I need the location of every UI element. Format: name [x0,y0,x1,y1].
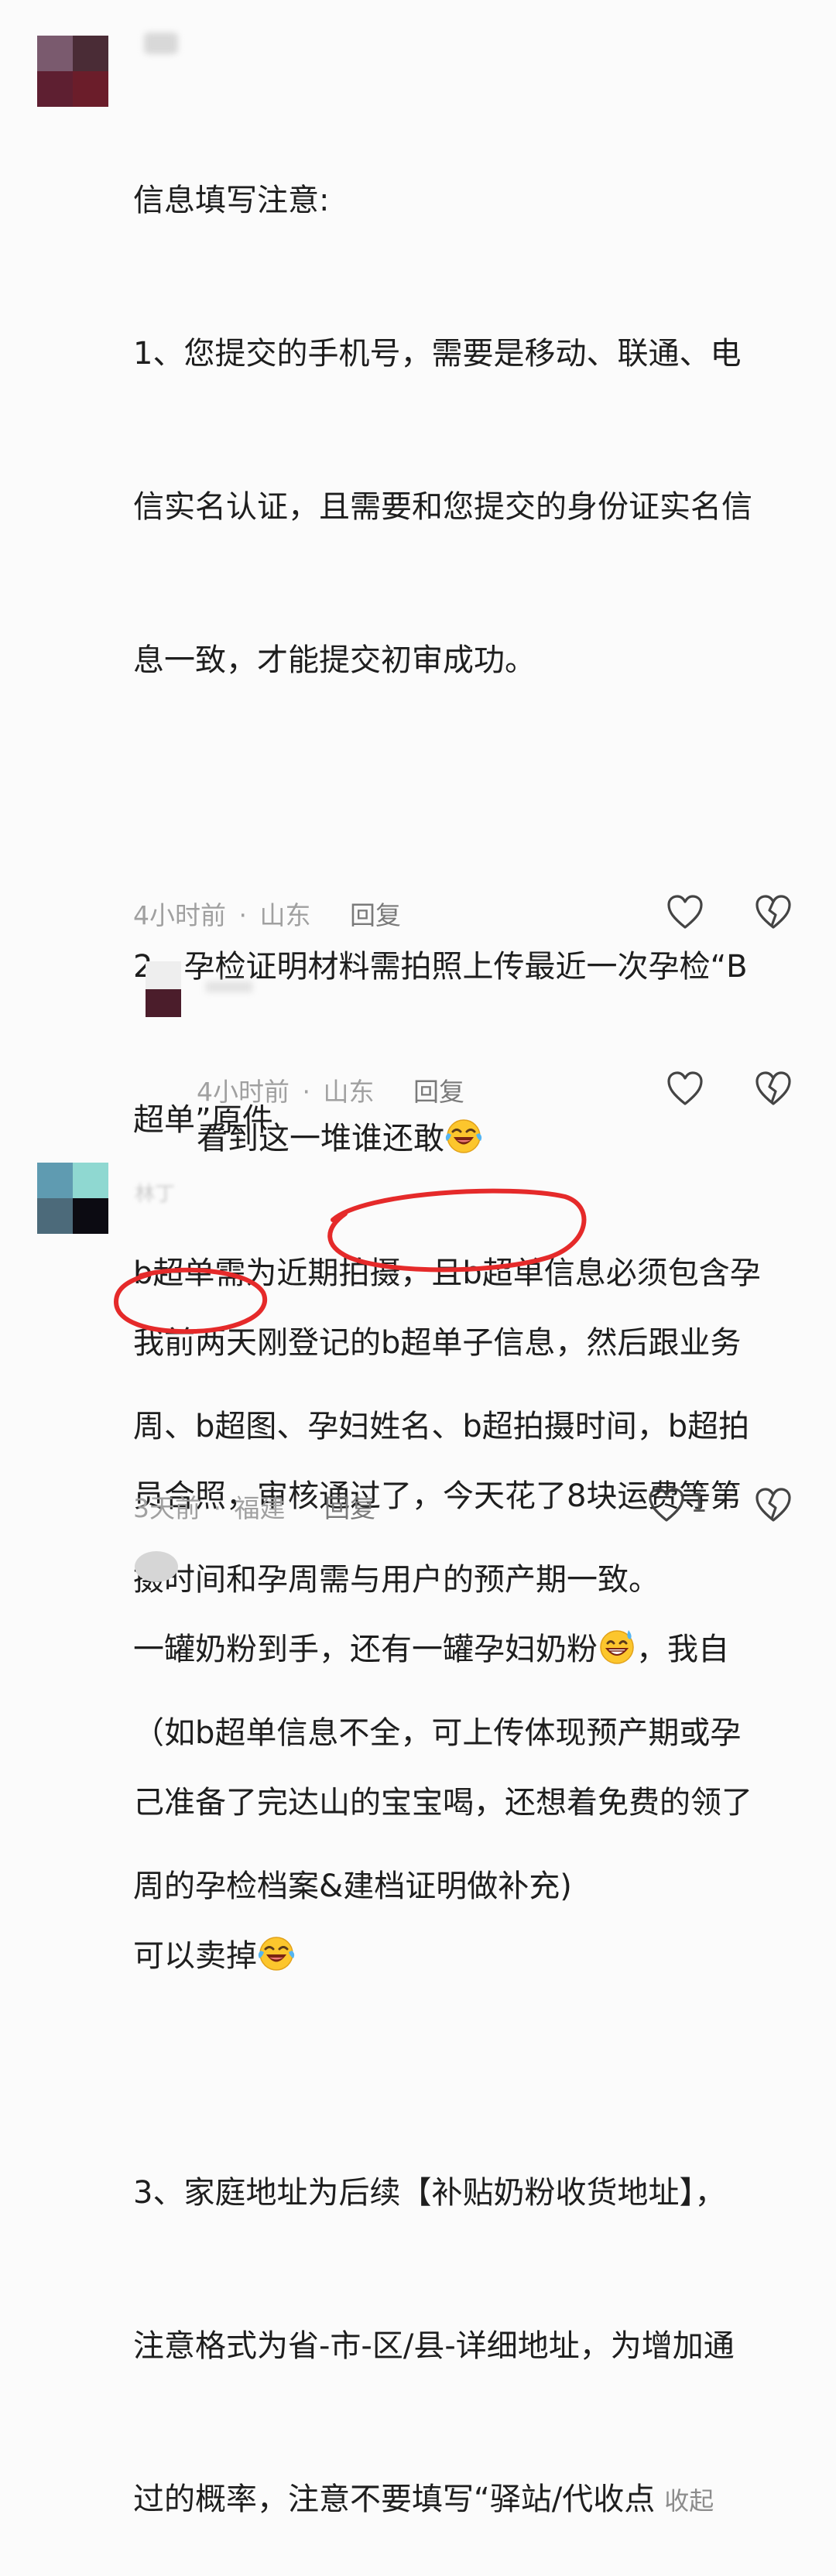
time-label: 3天前 [133,1493,200,1523]
username-blur [206,981,252,992]
reply-button[interactable]: 回复 [413,1077,464,1107]
heart-icon[interactable] [666,893,704,930]
region-label: 山东 [323,1077,375,1107]
avatar-partial[interactable] [135,1551,178,1582]
comment-meta: 4小时前 · 山东 回复 [197,1071,464,1108]
comment-line [133,788,814,839]
separator: · [302,1077,311,1107]
comment-line: 看到这一堆谁还敢 [197,1113,483,1164]
comment-line-text: 过的概率，注意不要填写“驿站/代收点 [133,2482,656,2517]
region-label: 福建 [234,1493,286,1523]
avatar[interactable] [146,961,181,1017]
username-blur [144,33,178,54]
comment-line-last: 过的概率，注意不要填写“驿站/代收点 收起 [133,2474,814,2525]
reply-button[interactable]: 回复 [350,900,401,930]
comment-line: 可以卖掉 [133,1930,814,1982]
highlight-oval [327,1188,587,1273]
grinning-sweat-emoji-icon [600,1630,634,1664]
heart-icon[interactable] [666,1070,704,1107]
region-label: 山东 [259,900,311,930]
comment-line: 注意格式为省-市-区/县-详细地址，为增加通 [133,2328,735,2364]
separator: · [238,900,248,930]
comment-line: 信息填写注意: [133,183,330,218]
comment-line: 信实名认证，且需要和您提交的身份证实名信 [133,489,752,525]
comment-line-text: 一罐奶粉到手，还有一罐孕妇奶粉 [133,1632,598,1667]
time-label: 4小时前 [133,900,226,930]
highlight-oval [113,1267,267,1334]
broken-heart-icon[interactable] [754,1486,793,1523]
like-count: 1 [690,1488,708,1519]
avatar[interactable] [37,1163,108,1234]
laughing-crying-emoji-icon [445,1119,482,1153]
time-label: 4小时前 [197,1077,290,1107]
comment-line: 3、家庭地址为后续【补贴奶粉收货地址】， [133,2175,726,2211]
reply-button[interactable]: 回复 [324,1493,375,1523]
comment-line: 己准备了完达山的宝宝喝，还想着免费的领了 [133,1785,752,1821]
comment-line: 息一致，才能提交初审成功。 [133,642,536,678]
broken-heart-icon[interactable] [754,893,793,930]
laughing-crying-emoji-icon [258,1937,295,1971]
separator: · [213,1493,222,1523]
comment-line: 1、您提交的手机号，需要是移动、联通、电 [133,336,742,372]
comment-meta: 3天前 · 福建 回复 [133,1488,375,1525]
broken-heart-icon[interactable] [754,1070,793,1107]
comment-line: 一罐奶粉到手，还有一罐孕妇奶粉 ，我自 [133,1624,814,1675]
avatar[interactable] [37,36,108,107]
comment-line-text: 可以卖掉 [133,1938,257,1974]
username[interactable]: 林丁 [135,1178,175,1207]
comment-line-text: 看到这一堆谁还敢 [197,1121,444,1156]
comment-meta: 4小时前 · 山东 回复 [133,895,401,932]
comment-line-text: ，我自 [636,1632,729,1667]
collapse-button[interactable]: 收起 [664,2486,714,2516]
heart-icon[interactable] [647,1486,686,1523]
